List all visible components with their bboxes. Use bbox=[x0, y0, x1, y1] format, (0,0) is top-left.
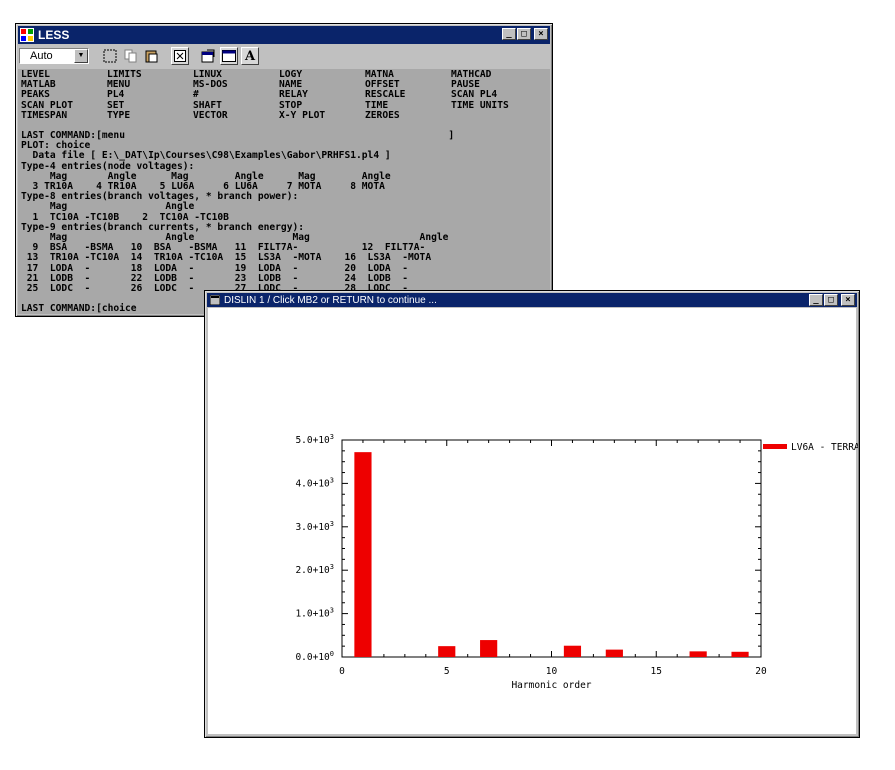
command-item: X-Y PLOT bbox=[279, 109, 326, 121]
copy-icon bbox=[124, 49, 137, 63]
x-axis-label: Harmonic order bbox=[511, 680, 591, 691]
console-output: LAST COMMAND:[menu ] PLOT: choice Data fi… bbox=[21, 130, 547, 314]
command-menu: LEVEL LIMITS LINUX LOGY MATNA MATHCAD MATLAB ME… bbox=[21, 69, 547, 121]
less-console[interactable]: LEVEL LIMITS LINUX LOGY MATNA MATHCAD MATLAB ME… bbox=[18, 69, 550, 314]
chevron-down-icon[interactable]: ▼ bbox=[74, 49, 88, 63]
command-item: TIME UNITS bbox=[451, 99, 509, 111]
plot-frame bbox=[341, 439, 762, 658]
console-line: LAST COMMAND:[menu ] bbox=[21, 130, 455, 142]
x-tick-label: 5 bbox=[444, 666, 450, 677]
less-toolbar: Auto ▼ A bbox=[19, 45, 549, 67]
fullscreen-tool-button[interactable] bbox=[171, 47, 189, 65]
dislin-window-title: DISLIN 1 / Click MB2 or RETURN to contin… bbox=[224, 294, 437, 306]
command-item: TYPE bbox=[107, 109, 131, 121]
bar bbox=[605, 649, 623, 657]
y-tick-label: 3.0+103 bbox=[295, 520, 334, 533]
bar bbox=[731, 651, 749, 657]
paste-tool-button[interactable] bbox=[143, 47, 161, 65]
maximize-button[interactable]: □ bbox=[824, 294, 838, 306]
bar bbox=[689, 651, 707, 657]
bar bbox=[480, 640, 498, 657]
y-tick-label: 5.0+103 bbox=[295, 433, 334, 446]
properties-tool-button[interactable] bbox=[199, 47, 217, 65]
close-button[interactable]: × bbox=[841, 294, 855, 306]
bar bbox=[563, 645, 582, 657]
x-tick-label: 10 bbox=[546, 666, 558, 677]
background-tool-button[interactable] bbox=[220, 47, 238, 65]
font-size-combo[interactable]: Auto ▼ bbox=[19, 48, 89, 64]
y-tick-label: 1.0+103 bbox=[295, 607, 334, 620]
legend-swatch bbox=[763, 444, 787, 449]
minimize-button[interactable]: _ bbox=[502, 28, 516, 40]
mark-tool-button[interactable] bbox=[101, 47, 119, 65]
dislin-window[interactable]: DISLIN 1 / Click MB2 or RETURN to contin… bbox=[204, 290, 860, 738]
y-tick-label: 0.0+100 bbox=[295, 650, 334, 663]
bar bbox=[438, 646, 456, 657]
legend-label: LV6A - TERRA bbox=[791, 442, 858, 453]
mark-icon bbox=[103, 49, 117, 63]
y-tick-label: 2.0+103 bbox=[295, 563, 334, 576]
less-window-title: LESS bbox=[38, 28, 70, 42]
command-item bbox=[451, 111, 537, 121]
command-item: ZEROES bbox=[365, 109, 400, 121]
font-size-combo-value: Auto bbox=[30, 50, 53, 62]
font-icon: A bbox=[244, 48, 256, 64]
less-window[interactable]: LESS _ □ × Auto ▼ A LEVEL LIMITS LINUX L… bbox=[15, 23, 553, 317]
less-title-bar[interactable]: LESS _ □ × bbox=[18, 26, 550, 44]
bar bbox=[354, 452, 372, 657]
plot-area[interactable]: 0 5 10 15 20 0.0+100 1.0+103 2.0+103 3.0+103 4.0+… bbox=[208, 308, 860, 734]
command-item: MS-DOS bbox=[193, 79, 228, 91]
dislin-window-icon bbox=[210, 295, 220, 305]
x-tick-label: 0 bbox=[339, 666, 345, 677]
command-item: VECTOR bbox=[193, 109, 228, 121]
font-tool-button[interactable]: A bbox=[241, 47, 259, 65]
copy-tool-button[interactable] bbox=[122, 47, 140, 65]
close-button[interactable]: × bbox=[534, 28, 548, 40]
fullscreen-icon bbox=[174, 50, 186, 62]
maximize-button[interactable]: □ bbox=[517, 28, 531, 40]
properties-icon bbox=[201, 49, 215, 63]
less-app-icon bbox=[20, 28, 34, 42]
x-tick-label: 20 bbox=[755, 666, 767, 677]
window-icon bbox=[222, 50, 236, 62]
harmonic-bar-chart: 0 5 10 15 20 0.0+100 1.0+103 2.0+103 3.0+103 4.0+… bbox=[295, 433, 859, 691]
dislin-title-bar[interactable]: DISLIN 1 / Click MB2 or RETURN to contin… bbox=[207, 293, 857, 307]
command-item: TIMESPAN bbox=[21, 109, 68, 121]
x-tick-label: 15 bbox=[651, 666, 662, 677]
y-tick-label: 4.0+103 bbox=[295, 476, 334, 489]
paste-icon bbox=[145, 50, 158, 63]
minimize-button[interactable]: _ bbox=[809, 294, 823, 306]
